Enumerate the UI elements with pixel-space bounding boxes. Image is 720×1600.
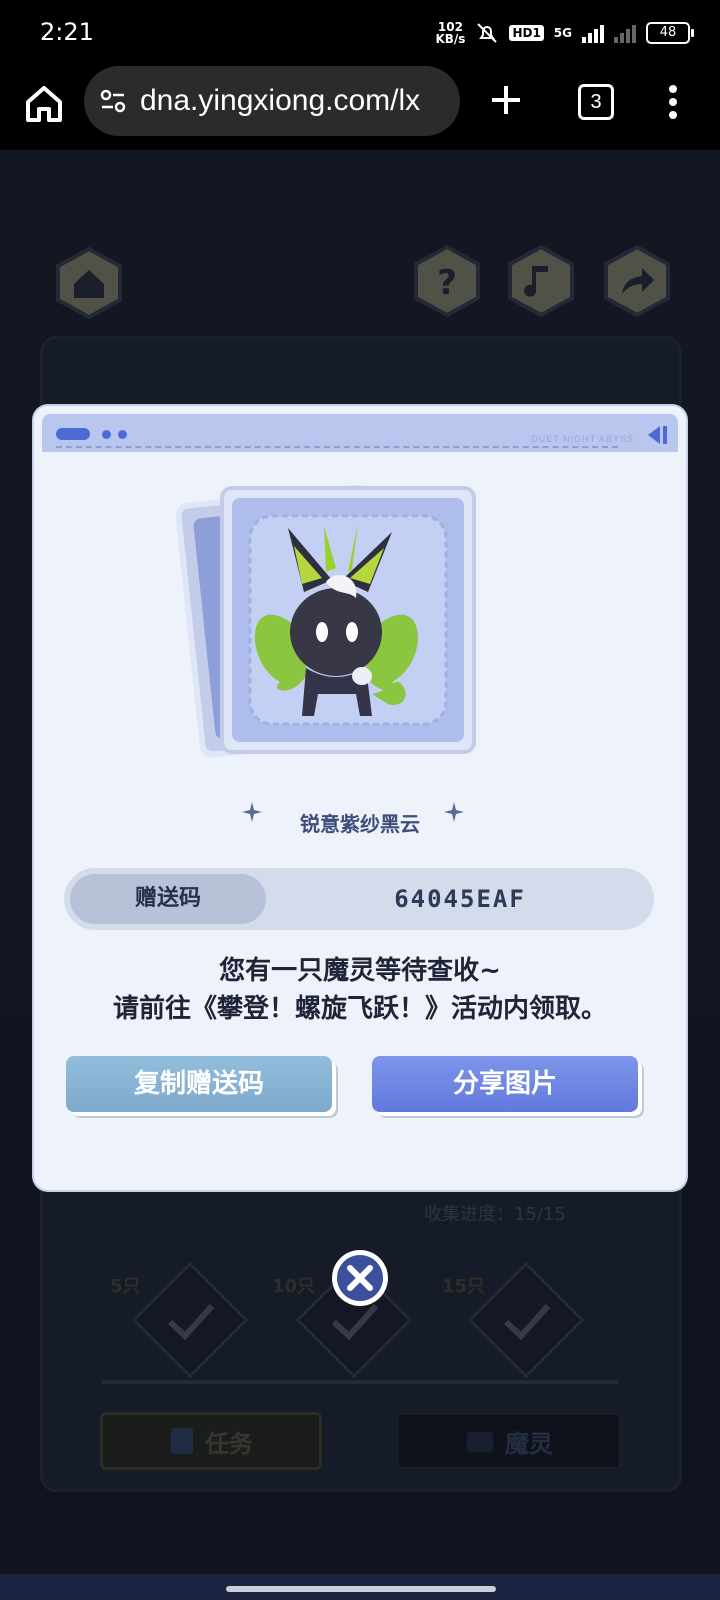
message-line-2: 请前往《攀登！螺旋飞跃！》活动内领取。 <box>112 994 607 1024</box>
site-settings-icon[interactable] <box>98 86 128 116</box>
more-menu-icon[interactable] <box>668 84 678 120</box>
home-icon[interactable] <box>20 80 68 128</box>
header-brand: DUET NIGHT ABYSS <box>531 434 634 444</box>
network-speed: 102 KB/s <box>435 20 466 46</box>
message-line-1: 您有一只魔灵等待查收~ <box>219 956 501 986</box>
network-type: 5G <box>553 26 572 40</box>
status-time: 2:21 <box>40 18 94 46</box>
header-dot <box>118 430 127 439</box>
spirit-card-image <box>176 484 476 758</box>
close-icon[interactable] <box>330 1248 390 1308</box>
header-dot <box>102 430 111 439</box>
dialog-header: DUET NIGHT ABYSS <box>42 414 678 452</box>
battery-icon: 48 <box>646 22 694 44</box>
signal-2-icon <box>614 23 636 43</box>
hd-badge: HD1 <box>509 25 544 41</box>
url-text[interactable]: dna.yingxiong.com/lx <box>140 84 444 118</box>
gift-code-row: 赠送码 64045EAF <box>64 868 654 930</box>
copy-code-button[interactable]: 复制赠送码 <box>66 1056 332 1112</box>
tab-switcher-button[interactable]: 3 <box>578 84 614 120</box>
address-bar[interactable]: dna.yingxiong.com/lx <box>84 66 460 136</box>
header-divider <box>56 446 618 448</box>
share-image-button[interactable]: 分享图片 <box>372 1056 638 1112</box>
status-icons: 102 KB/s HD1 5G 48 <box>435 18 694 48</box>
signal-icon <box>582 23 604 43</box>
bell-off-icon <box>477 23 498 43</box>
gesture-handle[interactable] <box>226 1586 496 1592</box>
gift-code-dialog: DUET NIGHT ABYSS 锐意紫纱黑云 赠送码 64045EAF 您有一… <box>34 406 686 1190</box>
spirit-name: 锐意紫纱黑云 <box>300 812 420 836</box>
gift-code-value[interactable]: 64045EAF <box>266 868 654 930</box>
collapse-arrow-icon <box>648 426 667 444</box>
header-pill <box>56 428 90 440</box>
new-tab-icon[interactable] <box>486 80 526 120</box>
gift-code-label: 赠送码 <box>70 874 266 924</box>
sparkle-icon <box>444 802 464 822</box>
